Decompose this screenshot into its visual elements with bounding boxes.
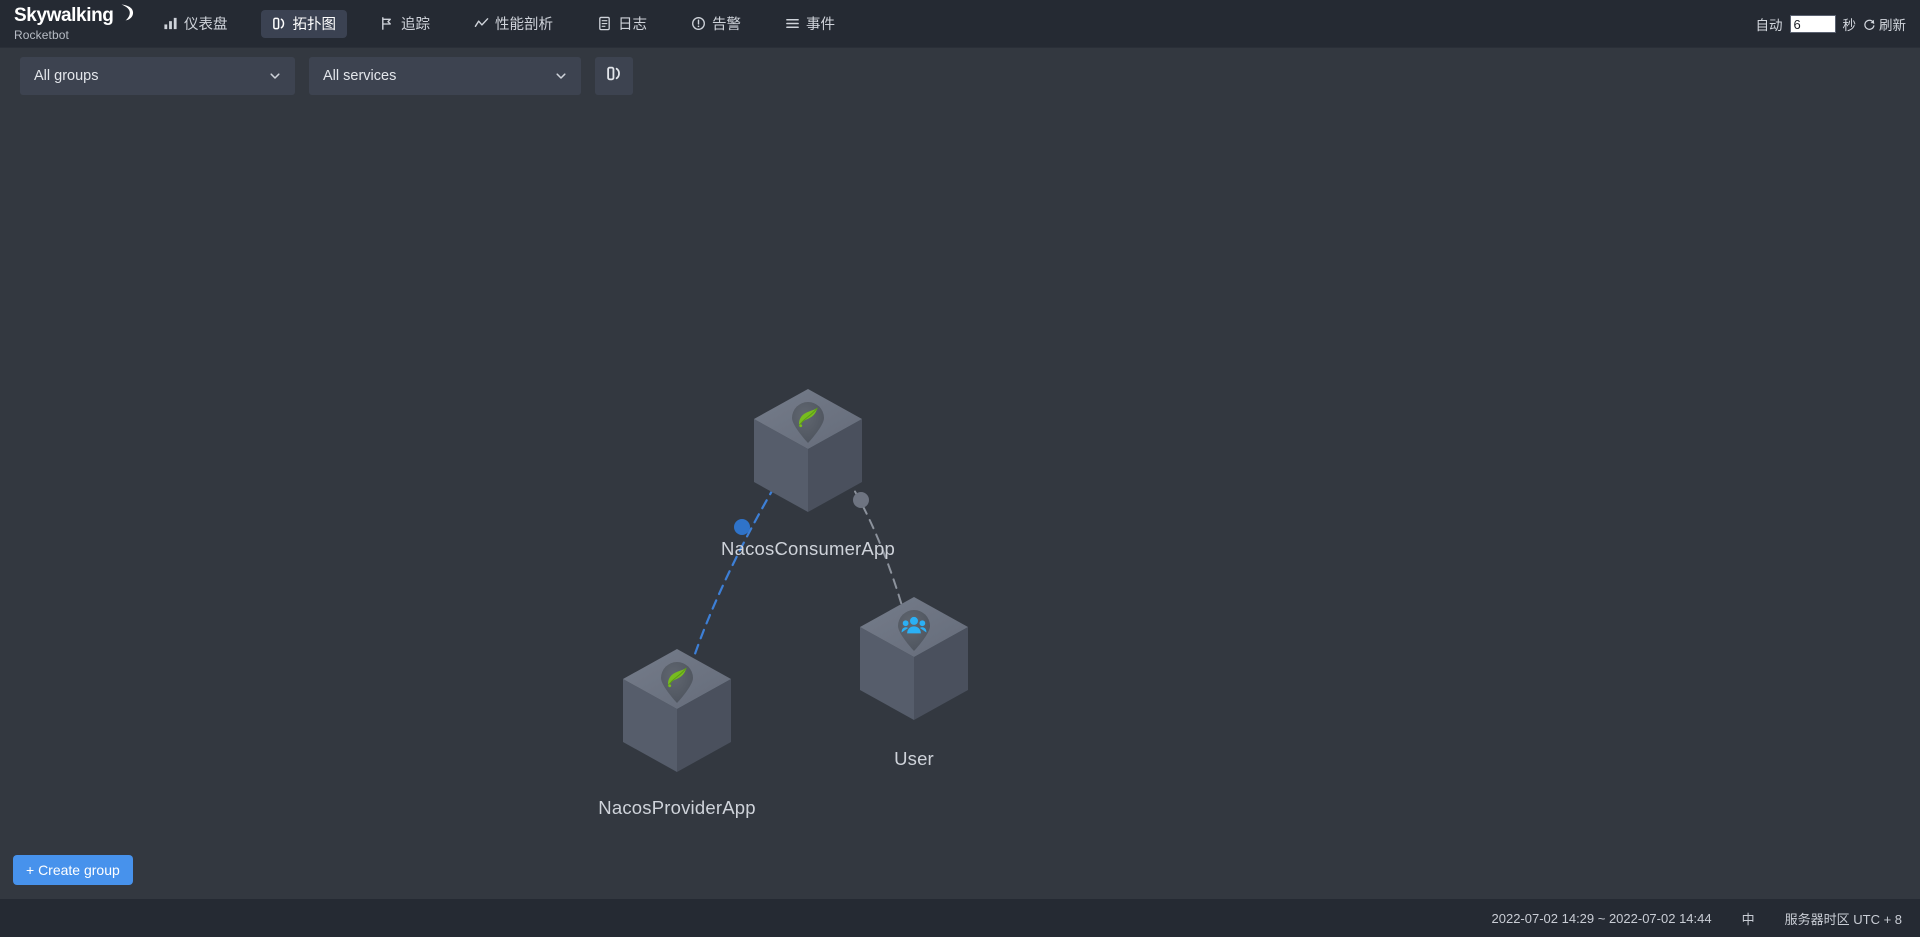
spring-leaf-icon	[798, 407, 818, 428]
badge-nacosproviderapp[interactable]	[655, 660, 699, 704]
users-group-icon	[901, 616, 927, 634]
service-select[interactable]: All services	[309, 57, 581, 95]
auto-refresh-controls: 自动 秒 刷新	[1755, 0, 1906, 48]
dashboard-icon	[163, 16, 178, 31]
topology-settings-icon	[606, 65, 623, 87]
create-group-button[interactable]: + Create group	[13, 855, 133, 885]
nav-label-profile: 性能剖析	[495, 17, 553, 33]
logo-swoosh-icon	[121, 4, 134, 21]
spring-leaf-icon	[667, 667, 687, 688]
service-select-value: All services	[323, 68, 397, 84]
nav-label-trace: 追踪	[401, 17, 430, 33]
node-label-user[interactable]: User	[894, 748, 934, 770]
node-label-nacosproviderapp[interactable]: NacosProviderApp	[598, 797, 755, 819]
nav-item-alarm[interactable]: 告警	[680, 10, 752, 38]
language-switch[interactable]: 中	[1742, 909, 1755, 928]
topology-canvas[interactable]: NacosConsumerApp User NacosProviderApp +…	[0, 104, 1920, 899]
node-label-nacosconsumerapp[interactable]: NacosConsumerApp	[721, 538, 895, 560]
nav-item-profile[interactable]: 性能剖析	[463, 10, 564, 38]
nav-item-dashboard[interactable]: 仪表盘	[152, 10, 239, 38]
nav-label-dashboard: 仪表盘	[184, 17, 228, 33]
logo-title: Skywalking	[14, 4, 134, 26]
badge-user[interactable]	[892, 608, 936, 652]
topology-icon	[272, 16, 287, 31]
status-bar: 2022-07-02 14:29 ~ 2022-07-02 14:44 中 服务…	[0, 899, 1920, 937]
main-nav: 仪表盘 拓扑图 追踪 性能剖析 日志 告警 事件	[152, 0, 868, 47]
group-select-value: All groups	[34, 68, 99, 84]
topology-settings-button[interactable]	[595, 57, 633, 95]
nav-label-event: 事件	[806, 17, 835, 33]
app-logo[interactable]: Skywalking Rocketbot	[0, 4, 134, 42]
refresh-button[interactable]: 刷新	[1863, 14, 1906, 34]
refresh-icon	[1864, 19, 1875, 30]
event-icon	[785, 16, 800, 31]
timezone-label[interactable]: 服务器时区 UTC + 8	[1785, 909, 1902, 928]
badge-nacosconsumerapp[interactable]	[786, 400, 830, 444]
nav-label-log: 日志	[618, 17, 647, 33]
nav-item-event[interactable]: 事件	[774, 10, 846, 38]
app-header: Skywalking Rocketbot 仪表盘 拓扑图 追踪 性能剖析 日志 …	[0, 0, 1920, 48]
chevron-down-icon	[269, 70, 281, 82]
nav-label-topology: 拓扑图	[292, 17, 337, 33]
nav-item-log[interactable]: 日志	[586, 10, 658, 38]
alarm-icon	[691, 16, 706, 31]
auto-label: 自动	[1755, 18, 1783, 33]
group-select[interactable]: All groups	[20, 57, 295, 95]
trace-icon	[380, 16, 395, 31]
logo-subtitle: Rocketbot	[14, 28, 69, 42]
nav-item-trace[interactable]: 追踪	[369, 10, 441, 38]
log-icon	[597, 16, 612, 31]
topology-graph	[623, 389, 968, 772]
second-label: 秒	[1842, 18, 1857, 33]
filter-bar: All groups All services	[0, 48, 1920, 104]
nav-label-alarm: 告警	[712, 17, 741, 33]
time-range-label[interactable]: 2022-07-02 14:29 ~ 2022-07-02 14:44	[1492, 911, 1712, 926]
nav-item-topology[interactable]: 拓扑图	[260, 9, 347, 38]
refresh-label: 刷新	[1879, 18, 1906, 33]
auto-refresh-interval-input[interactable]	[1789, 15, 1836, 33]
chevron-down-icon	[555, 70, 567, 82]
logo-title-text: Skywalking	[14, 5, 114, 26]
profile-icon	[474, 16, 489, 31]
